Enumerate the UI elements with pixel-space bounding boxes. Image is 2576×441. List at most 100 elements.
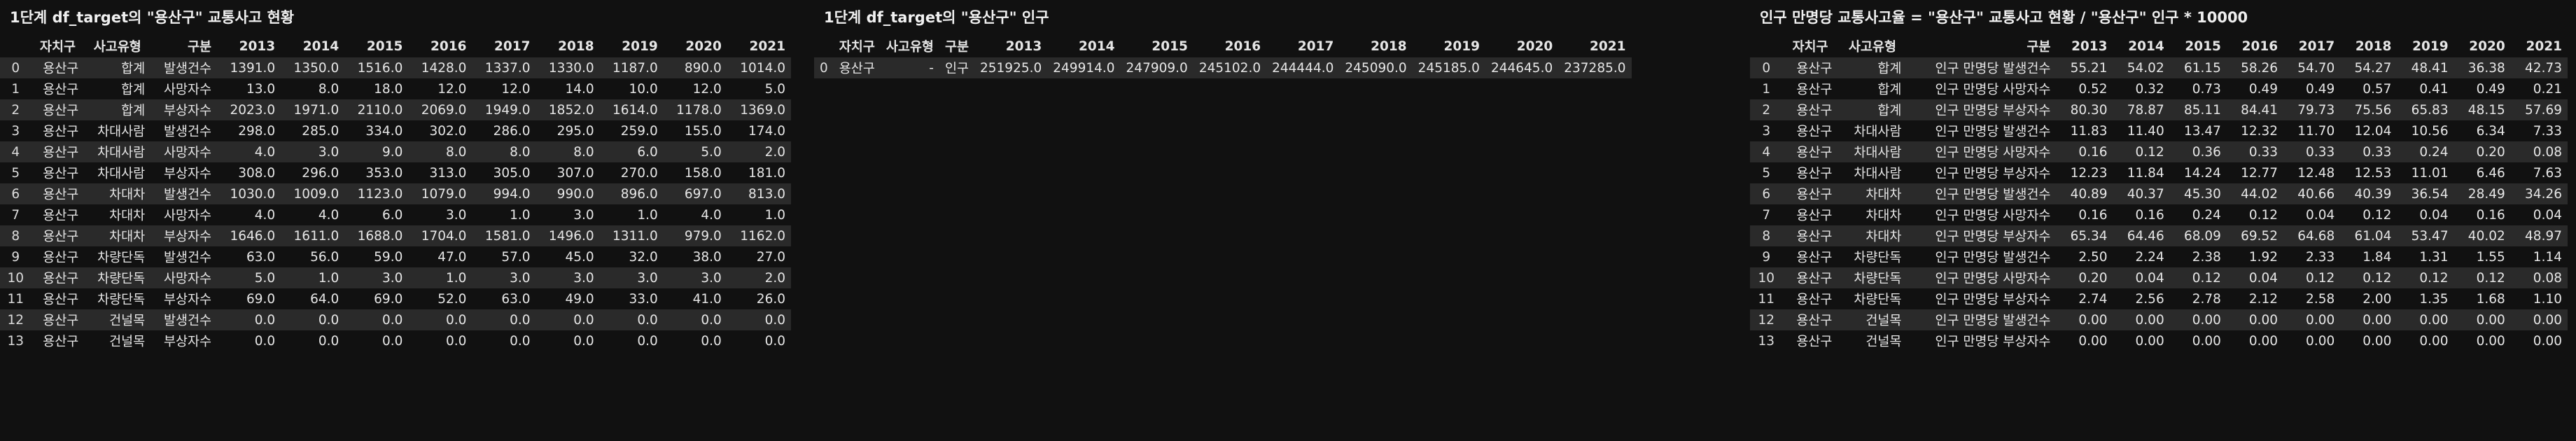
- table-cell: 65.83: [2397, 99, 2454, 120]
- table-cell: 0.0: [599, 330, 664, 351]
- table-cell: 1852.0: [536, 99, 600, 120]
- table-cell: 11.01: [2397, 162, 2454, 183]
- row-index: 9: [1750, 246, 1783, 267]
- table-cell: 12.0: [472, 78, 536, 99]
- table-cell: 305.0: [472, 162, 536, 183]
- table-cell: 용산구: [31, 57, 85, 78]
- table-cell: 용산구: [31, 309, 85, 330]
- table-cell: 1.0: [727, 204, 791, 225]
- table-row: 6 용산구 차대차 발생건수 1030.0 1009.0 1123.0 1079.0 994.0…: [0, 183, 791, 204]
- table-cell: 2.0: [727, 267, 791, 288]
- table-cell: 인구 만명당 부상자수: [1907, 225, 2057, 246]
- table-cell: 58.26: [2226, 57, 2284, 78]
- table-cell: 0.0: [727, 309, 791, 330]
- table-cell: 84.41: [2226, 99, 2284, 120]
- table-cell: 인구 만명당 부상자수: [1907, 330, 2057, 351]
- row-index: 6: [0, 183, 31, 204]
- table-cell: 69.0: [217, 288, 281, 309]
- table-cell: 인구 만명당 부상자수: [1907, 288, 2057, 309]
- table-cell: 11.70: [2283, 120, 2341, 141]
- table-cell: 244645.0: [1485, 57, 1559, 78]
- table-cell: 2.78: [2169, 288, 2227, 309]
- column-header: 2017: [2298, 38, 2335, 54]
- row-index: 9: [0, 246, 31, 267]
- table-cell: 2.33: [2283, 246, 2341, 267]
- table-cell: 55.21: [2056, 57, 2113, 78]
- table-cell: 인구 만명당 발생건수: [1907, 246, 2057, 267]
- table-cell: 245090.0: [1339, 57, 1413, 78]
- table-cell: 0.08: [2510, 267, 2568, 288]
- table-cell: 2.38: [2169, 246, 2227, 267]
- table-cell: 307.0: [536, 162, 600, 183]
- index-header: [1750, 35, 1783, 57]
- table-cell: 용산구: [31, 162, 85, 183]
- table-cell: 용산구: [1782, 57, 1838, 78]
- table-row: 0 용산구 - 인구 251925.0 249914.0 247909.0 245102.0 2…: [814, 57, 1632, 78]
- table-cell: 차대사람: [84, 162, 151, 183]
- table-row: 9 용산구 차량단독 발생건수 63.0 56.0 59.0 47.0 57.0 45.0 32.0…: [0, 246, 791, 267]
- table-row: 13 용산구 건널목 부상자수 0.0 0.0 0.0 0.0 0.0 0.0 0.0 0.0 0.0: [0, 330, 791, 351]
- table-cell: 0.00: [2397, 330, 2454, 351]
- table-cell: 1123.0: [344, 183, 409, 204]
- table-cell: 1.84: [2340, 246, 2398, 267]
- table-cell: 11.40: [2113, 120, 2170, 141]
- table-cell: 247909.0: [1120, 57, 1194, 78]
- table-cell: 1971.0: [281, 99, 345, 120]
- table-cell: 0.00: [2169, 309, 2227, 330]
- table-cell: 부상자수: [150, 225, 218, 246]
- table-cell: 18.0: [344, 78, 409, 99]
- column-header: 2013: [239, 38, 276, 54]
- table-cell: 11.84: [2113, 162, 2170, 183]
- table-cell: 용산구: [1782, 99, 1838, 120]
- table-cell: 13.47: [2169, 120, 2227, 141]
- table-cell: 26.0: [727, 288, 791, 309]
- table-cell: 부상자수: [150, 288, 218, 309]
- table-row: 10 용산구 차량단독 사망자수 5.0 1.0 3.0 1.0 3.0 3.0 3.0 3.0 2.0: [0, 267, 791, 288]
- table-cell: 48.15: [2454, 99, 2511, 120]
- table-cell: 0.12: [2340, 204, 2398, 225]
- table-cell: -: [880, 57, 939, 78]
- row-index: 13: [1750, 330, 1783, 351]
- column-header: 2020: [1516, 38, 1553, 54]
- column-header: 2018: [558, 38, 594, 54]
- table-cell: 1330.0: [536, 57, 600, 78]
- table-header: 자치구 사고유형 구분 2013 2014 2015 2016 2017 2018 2019 202…: [0, 35, 791, 57]
- table-cell: 1.0: [281, 267, 345, 288]
- table-cell: 0.00: [2283, 330, 2341, 351]
- table-cell: 0.12: [2113, 141, 2170, 162]
- table-cell: 1079.0: [408, 183, 472, 204]
- table-cell: 차대차: [1837, 225, 1907, 246]
- table-cell: 56.0: [281, 246, 345, 267]
- table-cell: 0.0: [663, 309, 727, 330]
- table-cell: 697.0: [663, 183, 727, 204]
- table-cell: 181.0: [727, 162, 791, 183]
- table-cell: 1030.0: [217, 183, 281, 204]
- table-cell: 발생건수: [150, 120, 218, 141]
- column-header: 구분: [944, 40, 969, 55]
- table-cell: 245102.0: [1193, 57, 1267, 78]
- table-cell: 0.0: [727, 330, 791, 351]
- table-cell: 1.92: [2226, 246, 2284, 267]
- column-header: 2015: [366, 38, 403, 54]
- table-cell: 용산구: [1782, 267, 1838, 288]
- panel-title: 인구 만명당 교통사고율 = "용산구" 교통사고 현황 / "용산구" 인구 …: [1760, 9, 2248, 26]
- table-row: 12 용산구 건널목 발생건수 0.0 0.0 0.0 0.0 0.0 0.0 0.0 0.0 0.0: [0, 309, 791, 330]
- table-cell: 813.0: [727, 183, 791, 204]
- index-header: [814, 35, 834, 57]
- table-row: 8 용산구 차대차 부상자수 1646.0 1611.0 1688.0 1704.0 1581.…: [0, 225, 791, 246]
- table-cell: 2.0: [727, 141, 791, 162]
- column-header: 2014: [302, 38, 340, 54]
- table-cell: 65.34: [2056, 225, 2113, 246]
- table-cell: 0.04: [2226, 267, 2284, 288]
- population-table: 자치구 사고유형 구분 2013 2014 2015 2016 2017 2018 2019 202…: [814, 35, 1632, 78]
- row-index: 8: [1750, 225, 1783, 246]
- table-cell: 차대차: [84, 183, 151, 204]
- table-cell: 1.0: [408, 267, 472, 288]
- table-row: 1 용산구 합계 인구 만명당 사망자수 0.52 0.32 0.73 0.49 0.49 0.5…: [1750, 78, 2568, 99]
- table-cell: 차량단독: [84, 288, 151, 309]
- table-cell: 3.0: [536, 204, 600, 225]
- table-cell: 0.04: [2510, 204, 2568, 225]
- table-cell: 인구: [939, 57, 974, 78]
- table-cell: 2.50: [2056, 246, 2113, 267]
- table-cell: 0.33: [2283, 141, 2341, 162]
